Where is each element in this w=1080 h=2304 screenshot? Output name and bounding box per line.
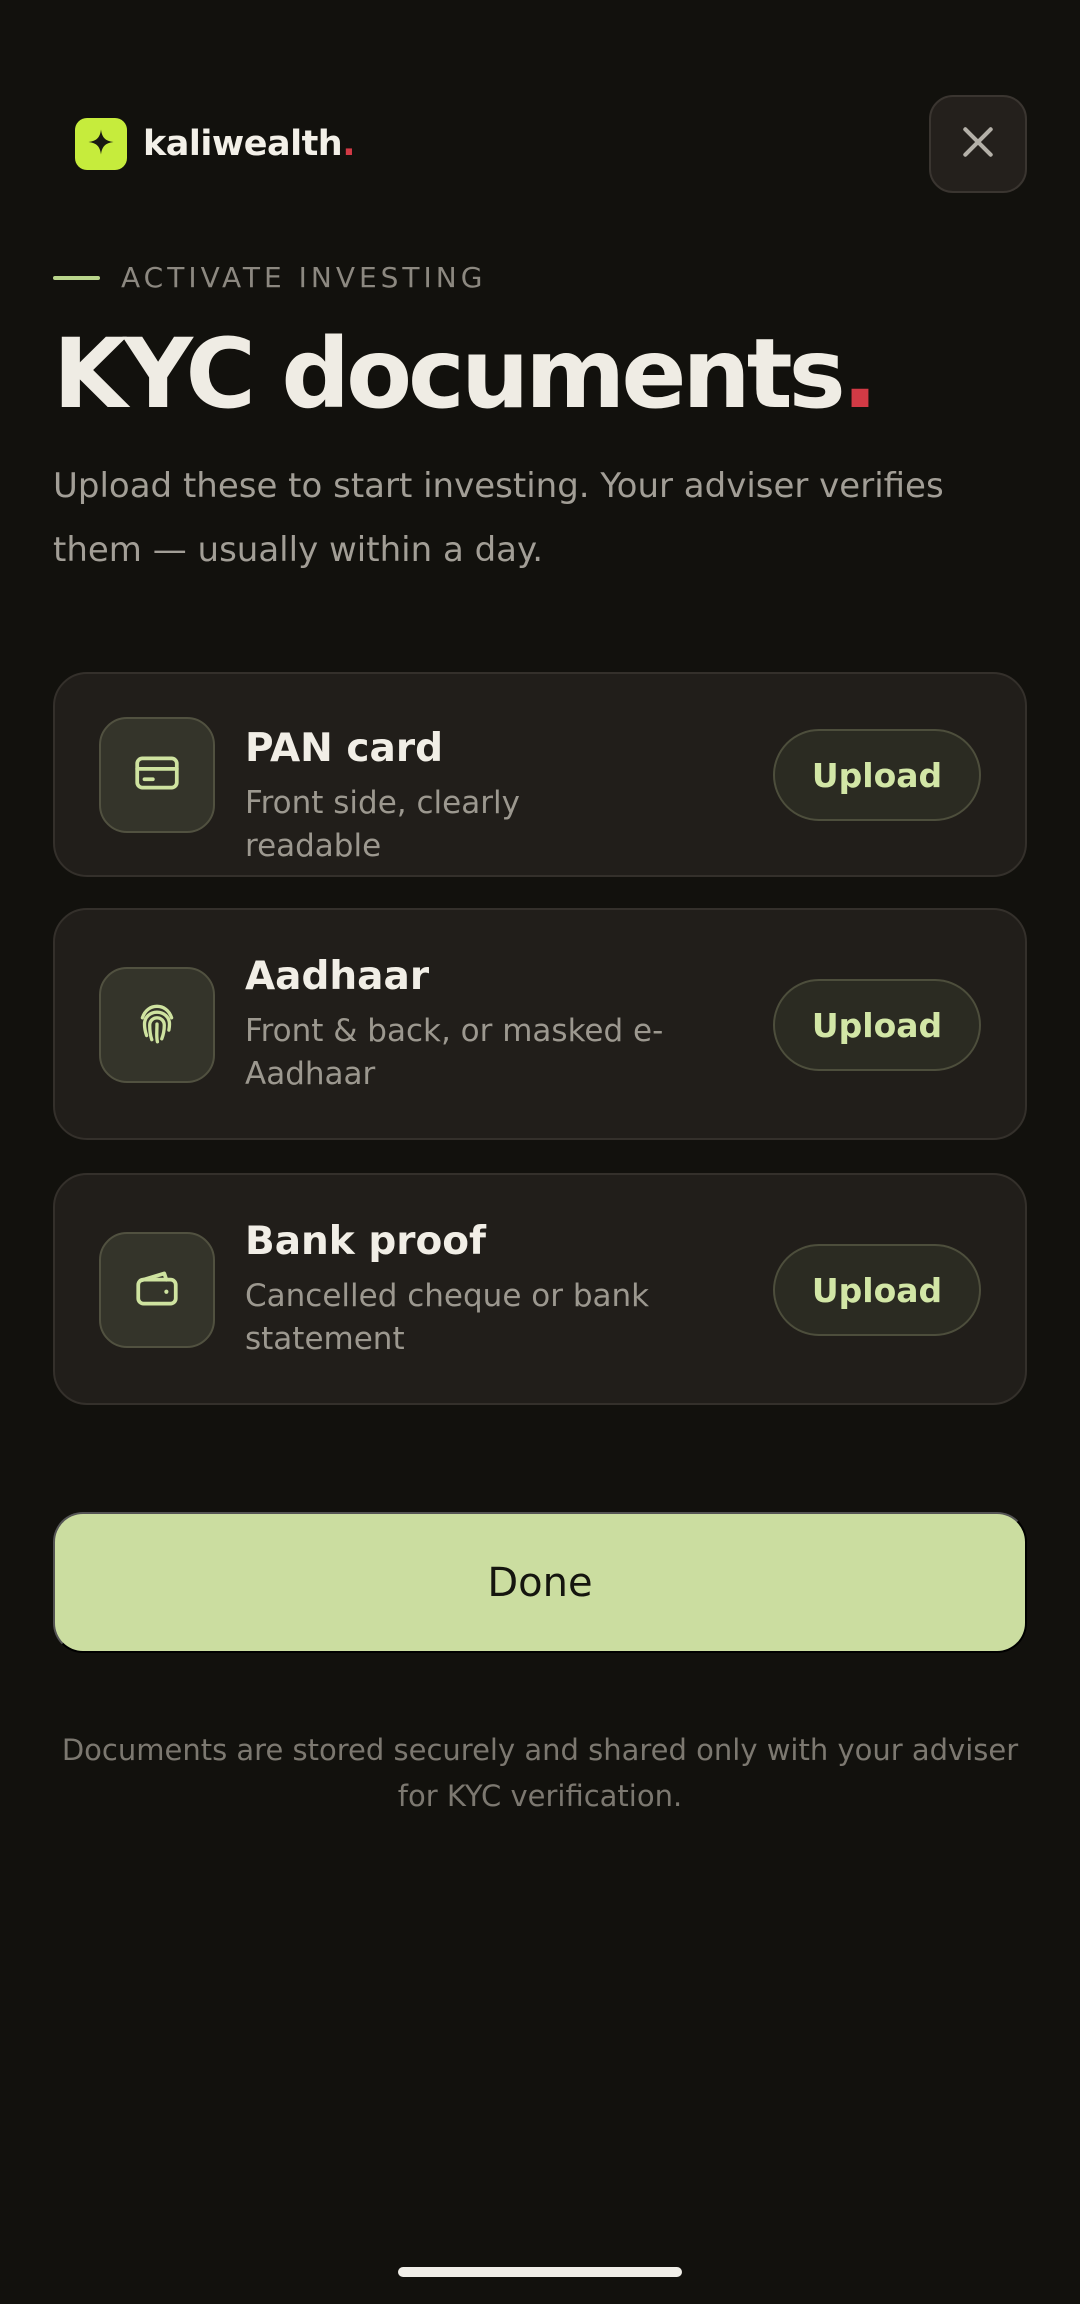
document-description: Cancelled cheque or bank statement [245, 1278, 650, 1357]
sparkle-icon [86, 127, 116, 161]
document-title: Aadhaar [245, 954, 430, 999]
eyebrow-line [53, 275, 100, 280]
upload-button-bank[interactable]: Upload [773, 1244, 981, 1336]
title-dot: . [841, 318, 879, 430]
brand-logo [75, 118, 127, 170]
upload-button-aadhaar[interactable]: Upload [773, 979, 981, 1071]
brand: kaliwealth. [75, 118, 356, 170]
document-card-bank: Bank proof Cancelled cheque or bank stat… [53, 1173, 1027, 1405]
home-indicator[interactable] [398, 2267, 682, 2277]
eyebrow-text: ACTIVATE INVESTING [121, 261, 487, 294]
done-button[interactable]: Done [53, 1512, 1027, 1653]
document-card-pan: PAN card Front side, clearly readable Up… [53, 672, 1027, 877]
brand-name: kaliwealth. [143, 124, 356, 164]
document-title: Bank proof [245, 1219, 487, 1264]
eyebrow: ACTIVATE INVESTING [53, 261, 486, 294]
close-icon [959, 123, 997, 165]
upload-button-pan[interactable]: Upload [773, 729, 981, 821]
document-icon-box [99, 1232, 215, 1348]
brand-dot: . [342, 124, 356, 164]
document-description: Front & back, or masked e-Aadhaar [245, 1013, 664, 1092]
document-icon-box [99, 717, 215, 833]
document-icon-box [99, 967, 215, 1083]
page-subtitle: Upload these to start investing. Your ad… [53, 466, 944, 570]
header: kaliwealth. [53, 95, 1027, 193]
document-description: Front side, clearly readable [245, 785, 520, 864]
document-card-aadhaar: Aadhaar Front & back, or masked e-Aadhaa… [53, 908, 1027, 1140]
security-note: Documents are stored securely and shared… [61, 1733, 1019, 1813]
credit-card-icon [132, 748, 182, 802]
wallet-icon [132, 1263, 182, 1317]
fingerprint-icon [132, 998, 182, 1052]
page-title: KYC documents. [53, 318, 879, 430]
document-title: PAN card [245, 726, 443, 771]
close-button[interactable] [929, 95, 1027, 193]
